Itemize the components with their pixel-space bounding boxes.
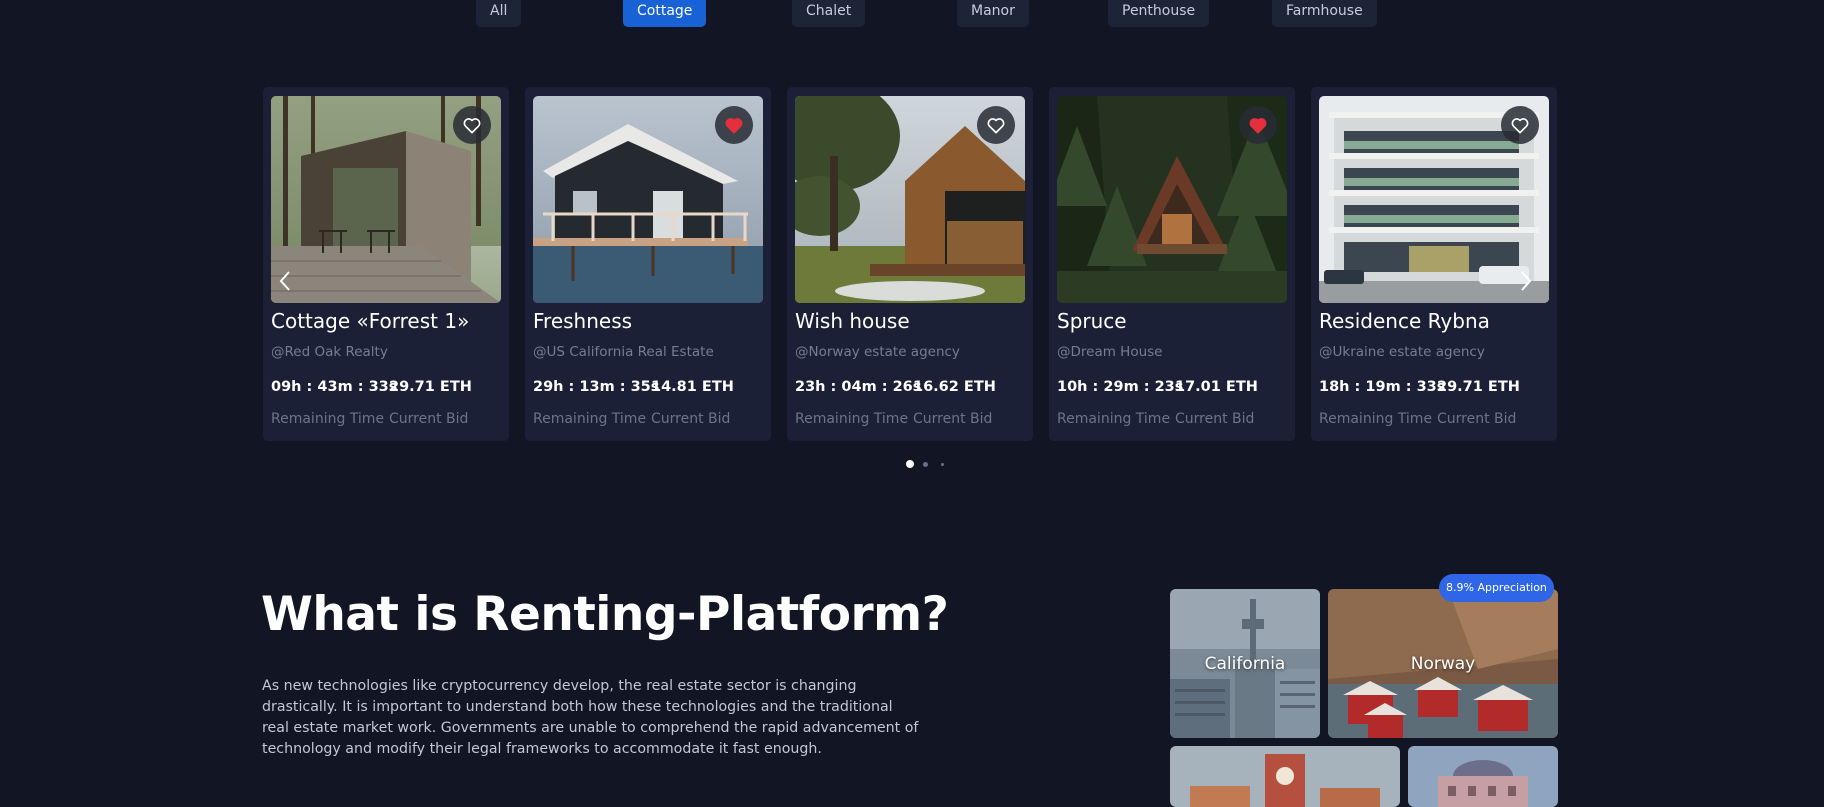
heart-icon: [1249, 117, 1267, 133]
tab-cottage[interactable]: Cottage: [623, 0, 707, 27]
listing-agency[interactable]: @Dream House: [1057, 344, 1162, 360]
remaining-time-label: Remaining Time: [271, 411, 385, 427]
listing-title[interactable]: Freshness: [533, 309, 632, 333]
carousel-next-button[interactable]: [1508, 263, 1544, 299]
location-label: Norway: [1410, 653, 1476, 674]
remaining-time-value: 09h : 43m : 33s: [271, 379, 398, 395]
location-tile-norway[interactable]: Norway: [1328, 589, 1558, 738]
location-tile[interactable]: [1408, 746, 1558, 807]
current-bid-value: 29.71 ETH: [1437, 379, 1520, 395]
appreciation-badge: 8.9% Appreciation: [1439, 574, 1554, 602]
current-bid-value: 17.01 ETH: [1175, 379, 1258, 395]
tab-all[interactable]: All: [476, 0, 522, 27]
listing-card[interactable]: Cottage «Forrest 1» @Red Oak Realty 09h …: [263, 87, 509, 441]
listing-card[interactable]: Wish house @Norway estate agency 23h : 0…: [787, 87, 1033, 441]
tab-manor[interactable]: Manor: [957, 0, 1029, 27]
current-bid-label: Current Bid: [913, 411, 993, 427]
remaining-time-label: Remaining Time: [533, 411, 647, 427]
location-label: [1170, 746, 1400, 807]
current-bid-label: Current Bid: [651, 411, 731, 427]
current-bid-label: Current Bid: [389, 411, 469, 427]
chevron-right-icon: [1521, 271, 1532, 291]
listing-photo: [533, 96, 763, 303]
heart-icon: [463, 117, 481, 133]
listing-agency[interactable]: @Ukraine estate agency: [1319, 344, 1485, 360]
current-bid-value: 14.81 ETH: [651, 379, 734, 395]
location-label: [1408, 746, 1558, 807]
listing-title[interactable]: Cottage «Forrest 1»: [271, 309, 469, 333]
about-heading: What is Renting-Platform?: [261, 587, 949, 642]
listing-title[interactable]: Wish house: [795, 309, 910, 333]
favorite-button[interactable]: [977, 106, 1015, 144]
remaining-time-value: 10h : 29m : 23s: [1057, 379, 1184, 395]
remaining-time-label: Remaining Time: [1319, 411, 1433, 427]
current-bid-value: 29.71 ETH: [389, 379, 472, 395]
carousel-prev-button[interactable]: [267, 263, 303, 299]
heart-icon: [987, 117, 1005, 133]
listing-photo: [1057, 96, 1287, 303]
current-bid-value: 16.62 ETH: [913, 379, 996, 395]
tab-farmhouse[interactable]: Farmhouse: [1272, 0, 1377, 27]
remaining-time-value: 18h : 19m : 33s: [1319, 379, 1446, 395]
current-bid-label: Current Bid: [1175, 411, 1255, 427]
tab-penthouse[interactable]: Penthouse: [1108, 0, 1210, 27]
remaining-time-label: Remaining Time: [795, 411, 909, 427]
location-label: California: [1204, 653, 1286, 674]
location-tile-california[interactable]: California: [1170, 589, 1320, 738]
about-paragraph: As new technologies like cryptocurrency …: [262, 678, 919, 757]
listing-title[interactable]: Residence Rybna: [1319, 309, 1490, 333]
listing-photo: [271, 96, 501, 303]
pagination-dot[interactable]: [941, 463, 944, 466]
listing-title[interactable]: Spruce: [1057, 309, 1127, 333]
remaining-time-value: 29h : 13m : 35s: [533, 379, 660, 395]
favorite-button[interactable]: [1239, 106, 1277, 144]
pagination-dot-active[interactable]: [906, 460, 914, 468]
listing-photo: [795, 96, 1025, 303]
listing-agency[interactable]: @US California Real Estate: [533, 344, 714, 360]
favorite-button[interactable]: [1501, 106, 1539, 144]
remaining-time-label: Remaining Time: [1057, 411, 1171, 427]
favorite-button[interactable]: [453, 106, 491, 144]
listing-card[interactable]: Spruce @Dream House 10h : 29m : 23s 17.0…: [1049, 87, 1295, 441]
listing-card[interactable]: Freshness @US California Real Estate 29h…: [525, 87, 771, 441]
listing-agency[interactable]: @Norway estate agency: [795, 344, 960, 360]
favorite-button[interactable]: [715, 106, 753, 144]
location-tile[interactable]: [1170, 746, 1400, 807]
tab-chalet[interactable]: Chalet: [792, 0, 866, 27]
remaining-time-value: 23h : 04m : 26s: [795, 379, 922, 395]
chevron-left-icon: [279, 271, 290, 291]
listing-agency[interactable]: @Red Oak Realty: [271, 344, 388, 360]
heart-icon: [1511, 117, 1529, 133]
pagination-dot[interactable]: [923, 462, 928, 467]
current-bid-label: Current Bid: [1437, 411, 1517, 427]
heart-icon: [725, 117, 743, 133]
